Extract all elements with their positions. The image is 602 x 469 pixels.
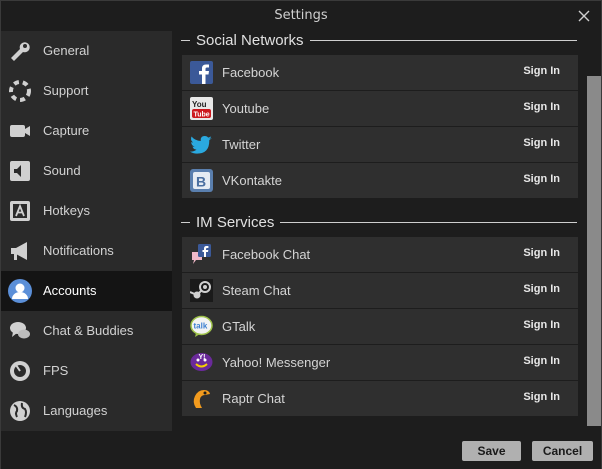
sidebar-item-label: Sound — [43, 163, 81, 178]
user-icon — [7, 278, 33, 304]
account-row-vkontakte: B VKontakte Sign In — [182, 163, 578, 198]
sign-in-button[interactable]: Sign In — [523, 173, 560, 185]
account-row-steam-chat: Steam Chat Sign In — [182, 273, 578, 308]
video-camera-icon — [7, 118, 33, 144]
wrench-icon — [7, 38, 33, 64]
sidebar-item-sound[interactable]: Sound — [1, 151, 172, 191]
sidebar-item-label: FPS — [43, 363, 69, 378]
sidebar-item-label: Notifications — [43, 243, 114, 258]
key-a-icon — [7, 198, 33, 224]
sidebar-item-label: Languages — [43, 403, 108, 418]
globe-icon — [7, 398, 33, 424]
facebook-icon — [190, 61, 213, 84]
account-name: Twitter — [222, 137, 261, 152]
sidebar-item-chat-buddies[interactable]: Chat & Buddies — [1, 311, 172, 351]
section-title: Social Networks — [196, 31, 304, 49]
megaphone-icon — [7, 238, 33, 264]
sidebar-item-languages[interactable]: Languages — [1, 391, 172, 431]
scrollbar-thumb[interactable] — [587, 76, 601, 426]
account-row-youtube: You Tube Youtube Sign In — [182, 91, 578, 126]
svg-text:B: B — [196, 174, 206, 190]
sidebar-item-label: Hotkeys — [43, 203, 90, 218]
account-row-facebook: Facebook Sign In — [182, 55, 578, 90]
svg-text:You: You — [192, 100, 207, 109]
section-im-services: IM Services — [181, 212, 577, 232]
steam-icon — [190, 279, 213, 302]
account-name: Steam Chat — [222, 283, 291, 298]
settings-window: Settings General Support Capture Sound H… — [0, 0, 602, 469]
facebook-chat-icon — [192, 244, 211, 264]
section-title: IM Services — [196, 213, 275, 231]
gauge-icon — [7, 358, 33, 384]
sidebar-item-label: Support — [43, 83, 89, 98]
sidebar-item-hotkeys[interactable]: Hotkeys — [1, 191, 172, 231]
sidebar-item-label: Capture — [43, 123, 90, 138]
vkontakte-icon: B — [190, 169, 213, 192]
sign-in-button[interactable]: Sign In — [523, 283, 560, 295]
account-name: VKontakte — [222, 173, 282, 188]
account-row-facebook-chat: Facebook Chat Sign In — [182, 237, 578, 272]
sign-in-button[interactable]: Sign In — [523, 355, 560, 367]
sign-in-button[interactable]: Sign In — [523, 247, 560, 259]
lifebuoy-icon — [7, 78, 33, 104]
save-button[interactable]: Save — [462, 441, 521, 461]
sidebar-item-accounts[interactable]: Accounts — [1, 271, 172, 311]
account-row-twitter: Twitter Sign In — [182, 127, 578, 162]
chat-bubbles-icon — [7, 318, 33, 344]
im-services-list: Facebook Chat Sign In Steam Chat Sign In… — [182, 237, 578, 417]
sidebar-item-label: General — [43, 43, 90, 58]
sidebar-item-support[interactable]: Support — [1, 71, 172, 111]
section-social-networks: Social Networks — [181, 31, 577, 50]
sidebar-item-fps[interactable]: FPS — [1, 351, 172, 391]
settings-sidebar: General Support Capture Sound Hotkeys No… — [1, 31, 172, 431]
gtalk-icon: talk — [190, 315, 213, 337]
sign-in-button[interactable]: Sign In — [523, 65, 560, 77]
title-bar: Settings — [1, 1, 601, 33]
sidebar-item-general[interactable]: General — [1, 31, 172, 71]
cancel-button[interactable]: Cancel — [532, 441, 593, 461]
sign-in-button[interactable]: Sign In — [523, 391, 560, 403]
sidebar-item-capture[interactable]: Capture — [1, 111, 172, 151]
youtube-icon: You Tube — [190, 97, 213, 120]
account-name: Raptr Chat — [222, 391, 285, 406]
accounts-panel: Social Networks Facebook Sign In You Tube… — [173, 31, 581, 431]
account-name: GTalk — [222, 319, 256, 334]
close-icon[interactable] — [575, 7, 593, 25]
social-networks-list: Facebook Sign In You Tube Youtube Sign In… — [182, 55, 578, 199]
speaker-icon — [7, 158, 33, 184]
svg-text:Y!: Y! — [199, 354, 206, 361]
svg-text:Tube: Tube — [194, 112, 210, 119]
sign-in-button[interactable]: Sign In — [523, 137, 560, 149]
sign-in-button[interactable]: Sign In — [523, 319, 560, 331]
yahoo-messenger-icon: Y! — [190, 353, 213, 371]
sidebar-item-label: Chat & Buddies — [43, 323, 134, 338]
window-title: Settings — [274, 8, 328, 23]
dialog-footer: Save Cancel — [1, 431, 601, 469]
account-name: Facebook Chat — [222, 247, 311, 262]
sidebar-item-notifications[interactable]: Notifications — [1, 231, 172, 271]
raptr-icon — [193, 390, 210, 408]
svg-text:talk: talk — [194, 322, 208, 331]
twitter-icon — [190, 136, 212, 154]
account-row-yahoo-messenger: Y! Yahoo! Messenger Sign In — [182, 345, 578, 380]
account-row-raptr-chat: Raptr Chat Sign In — [182, 381, 578, 416]
account-name: Yahoo! Messenger — [222, 355, 331, 370]
sidebar-item-label: Accounts — [43, 283, 97, 298]
account-name: Facebook — [222, 65, 280, 80]
content-scrollbar[interactable] — [585, 31, 601, 431]
account-row-gtalk: talk GTalk Sign In — [182, 309, 578, 344]
account-name: Youtube — [222, 101, 270, 116]
sign-in-button[interactable]: Sign In — [523, 101, 560, 113]
